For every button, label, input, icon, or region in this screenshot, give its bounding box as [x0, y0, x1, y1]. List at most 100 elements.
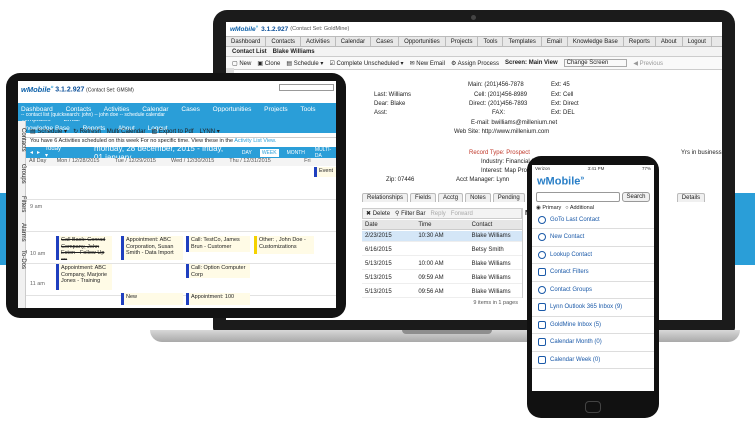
side-tab-filters[interactable]: Filters: [18, 191, 26, 217]
appointment[interactable]: Call: Option Computer Corp: [186, 264, 250, 278]
clone-button[interactable]: ▣ Clone: [257, 60, 280, 67]
complete-unscheduled-button[interactable]: ☑ Complete Unscheduled ▾: [329, 60, 403, 67]
table-row[interactable]: 2/23/2015 10:30 AM Blake Williams: [362, 231, 522, 242]
menu-goldmine-inbox[interactable]: GoldMine Inbox (5): [532, 317, 654, 335]
menu-item[interactable]: Dashboard: [226, 37, 267, 46]
assign-process-button[interactable]: ⚙ Assign Process: [451, 60, 499, 67]
search-button[interactable]: Search: [622, 191, 650, 202]
menu-item[interactable]: Email: [542, 37, 568, 46]
view-month[interactable]: MONTH: [285, 149, 307, 157]
appointment[interactable]: Call: TestCo, James Brun - Customer: [186, 236, 250, 252]
contact-set: (Contact Set: GMSM): [86, 87, 134, 94]
all-day-event[interactable]: Event: [314, 167, 336, 177]
table-row[interactable]: 5/13/2015 09:56 AM Blake Williams: [362, 287, 522, 298]
table-row[interactable]: 5/13/2015 10:00 AM Blake Williams: [362, 259, 522, 270]
menu-item[interactable]: Reports: [624, 37, 656, 46]
menu-contact-groups[interactable]: Contact Groups: [532, 282, 654, 300]
menu-item[interactable]: Cases: [371, 37, 400, 46]
menu-item[interactable]: Activities: [301, 37, 336, 46]
user-select[interactable]: LYNN ▾: [200, 128, 220, 135]
menu-calendar-month[interactable]: Calendar Month (0): [532, 334, 654, 352]
radio-primary[interactable]: ◉ Primary: [536, 205, 561, 211]
next-arrow-icon[interactable]: ▸: [37, 149, 40, 156]
menu-item[interactable]: About: [656, 37, 683, 46]
menu-item[interactable]: Templates: [503, 37, 542, 46]
tab-details[interactable]: Details: [676, 193, 706, 202]
schedule-button[interactable]: ▤ Schedule ▾: [30, 128, 67, 135]
column-time[interactable]: Time: [415, 220, 468, 229]
appointment-text: Call: TestCo, James Brun - Customer: [191, 237, 240, 250]
activity-list-link[interactable]: Activity List View.: [234, 138, 276, 144]
schedule-button[interactable]: ▤ Schedule ▾: [286, 60, 323, 67]
appointment[interactable]: Appointment: ABC Company, Marjorie Jones…: [56, 264, 112, 290]
table-row[interactable]: 5/13/2015 09:59 AM Blake Williams: [362, 273, 522, 284]
tab-pending[interactable]: Pending: [492, 193, 525, 202]
filter-bar-button[interactable]: ⚲ Filter Bar: [395, 210, 425, 217]
person-search-icon: [538, 250, 546, 259]
cell-contact: Blake Williams: [471, 275, 511, 281]
new-email-button[interactable]: ✉ New Email: [410, 60, 445, 67]
field-ext: Ext: Cell: [551, 92, 574, 98]
search-input[interactable]: [279, 84, 334, 91]
time-label: 11 am: [30, 281, 45, 287]
radio-additional[interactable]: ○ Additional: [565, 205, 594, 211]
tab-fields[interactable]: Fields: [410, 193, 437, 202]
main-menu: Dashboard Contacts Activities Calendar C…: [226, 36, 722, 47]
menu-label: Lynn Outlook 365 Inbox (9): [550, 304, 623, 311]
menu-calendar-week[interactable]: Calendar Week (0): [532, 352, 654, 370]
view-week[interactable]: WEEK: [259, 148, 279, 157]
tab-notes[interactable]: Notes: [465, 193, 491, 202]
menu-item[interactable]: Contacts: [266, 37, 302, 46]
field-email[interactable]: E-mail: bwilliams@millenium.net: [471, 120, 557, 126]
menu-item[interactable]: Tools: [478, 37, 504, 46]
current-contact-name: Blake Williams: [272, 48, 315, 55]
appointment[interactable]: New: [121, 293, 183, 305]
appointment[interactable]: Appointment: 100: [186, 293, 250, 305]
previous-button[interactable]: ◀ Previous: [633, 60, 663, 67]
field-website[interactable]: Web Site: http://www.millenium.com: [454, 129, 549, 135]
change-screen-select[interactable]: Change Screen: [563, 59, 628, 67]
menu-item[interactable]: Opportunities: [399, 37, 446, 46]
forward-button[interactable]: Forward: [451, 211, 473, 217]
reply-button[interactable]: Reply: [430, 211, 445, 217]
menu-lookup-contact[interactable]: Lookup Contact: [532, 247, 654, 265]
appointment-text: New: [126, 294, 138, 300]
appointment-text: Other: , John Doe - Customizations: [259, 237, 306, 250]
menu-item[interactable]: Logout: [683, 37, 712, 46]
prev-arrow-icon[interactable]: ◂: [30, 149, 33, 156]
export-pdf-button[interactable]: ▨ Export to Pdf: [151, 128, 193, 135]
view-day[interactable]: DAY: [240, 149, 254, 157]
menu-new-contact[interactable]: New Contact: [532, 229, 654, 247]
side-tab-contacts[interactable]: Contacts: [18, 123, 26, 157]
cell-contact: Betsy Smith: [471, 247, 504, 253]
menu-item[interactable]: Knowledge Base: [568, 37, 624, 46]
search-input[interactable]: [536, 191, 620, 202]
refresh-button[interactable]: ↻ Refresh: [73, 128, 101, 135]
delete-button[interactable]: ✖ Delete: [366, 210, 390, 217]
tab-relationships[interactable]: Relationships: [362, 193, 409, 202]
appointment[interactable]: Call Back: Conrad Company, John Ecton - …: [56, 236, 112, 260]
column-contact[interactable]: Contact: [469, 220, 522, 229]
side-tab-alarms[interactable]: Alarms: [18, 219, 26, 245]
menu-item[interactable]: Calendar: [336, 37, 372, 46]
tab-acctg[interactable]: Acctg: [438, 193, 464, 202]
appointment[interactable]: Appointment: ABC Corporation, Susan Smit…: [121, 236, 183, 260]
home-button[interactable]: [585, 401, 601, 413]
menu-goto-last-contact[interactable]: GoTo Last Contact: [532, 212, 654, 230]
field-main: Main: (201)456-7878: [468, 82, 524, 88]
field-yrs-in-business: Yrs in business: [681, 150, 722, 156]
multi-calendar-button[interactable]: Multi Calendar: [107, 129, 146, 135]
side-tab-todos[interactable]: To-Dos: [18, 247, 26, 273]
menu-contact-filters[interactable]: Contact Filters: [532, 264, 654, 282]
new-button[interactable]: ▢ New: [232, 60, 251, 67]
side-tab-groups[interactable]: Groups: [18, 159, 26, 189]
appointment-text: Call Back: Conrad Company, John Ecton - …: [61, 237, 106, 260]
menu-outlook-inbox[interactable]: Lynn Outlook 365 Inbox (9): [532, 299, 654, 317]
screen-label: Screen: Main View: [505, 60, 558, 66]
table-row[interactable]: 6/16/2015 Betsy Smith: [362, 245, 522, 256]
contact-list-link[interactable]: Contact List: [232, 49, 267, 55]
column-date[interactable]: Date: [362, 220, 415, 229]
field-interest: Interest: Map Produ: [481, 168, 534, 174]
menu-item[interactable]: Projects: [446, 37, 479, 46]
appointment[interactable]: Other: , John Doe - Customizations: [254, 236, 314, 254]
